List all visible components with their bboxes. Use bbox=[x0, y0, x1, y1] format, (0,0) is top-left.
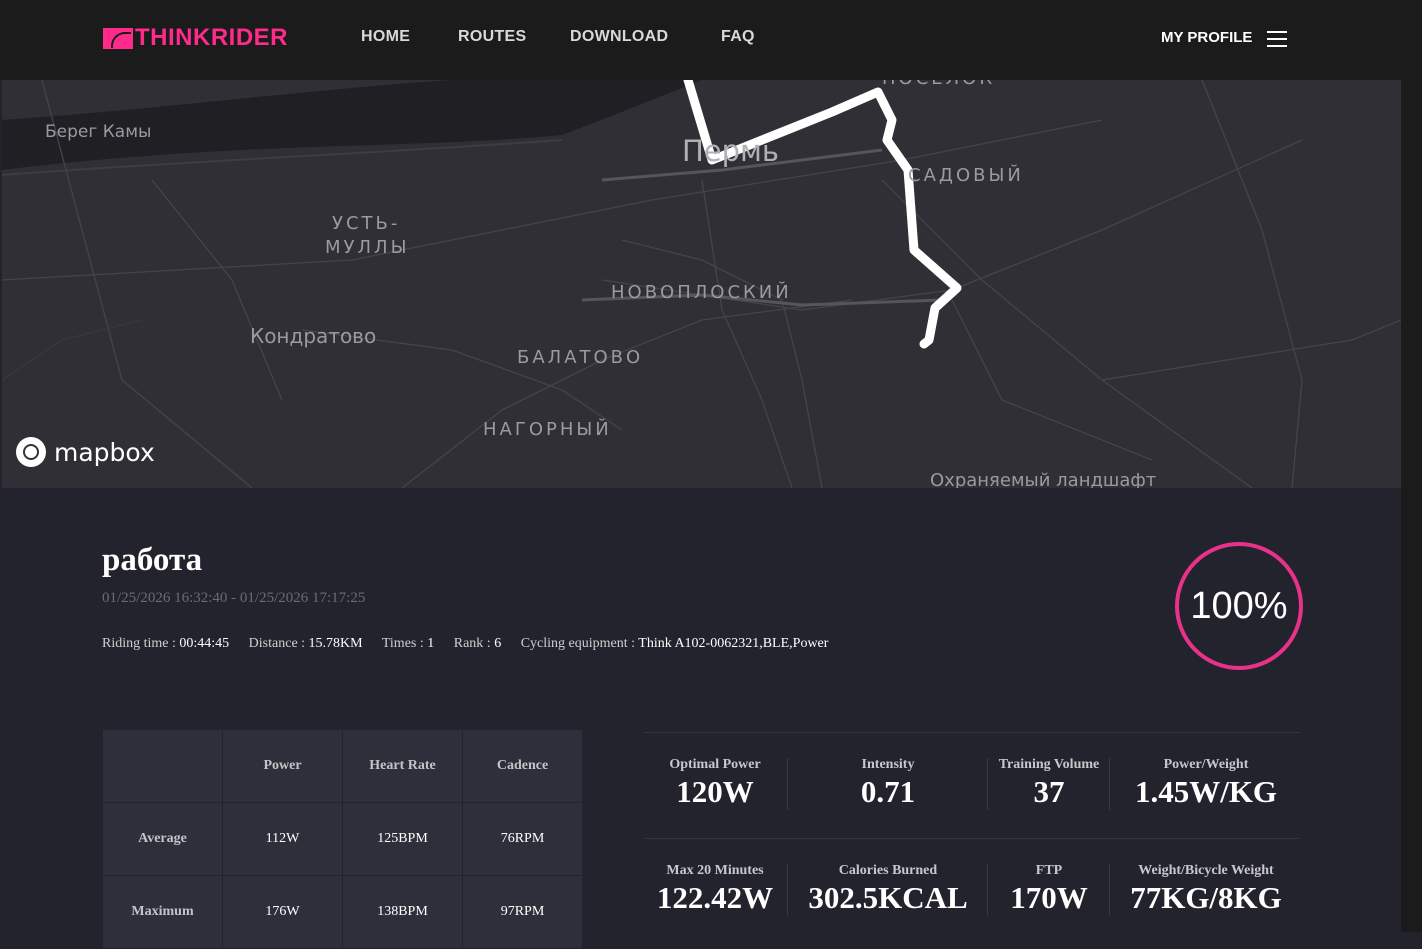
logo-text: THINKRIDER bbox=[135, 24, 288, 51]
stat-value: 0.71 bbox=[860, 774, 916, 809]
table-cell: 112W bbox=[222, 802, 343, 876]
nav-routes[interactable]: ROUTES bbox=[458, 28, 526, 46]
stat-label: Intensity bbox=[861, 757, 915, 772]
mapbox-wordmark: mapbox bbox=[54, 437, 155, 467]
stat-weight-bicycle-weight: Weight/Bicycle Weight 77KG/8KG bbox=[1112, 863, 1300, 916]
times-label: Times : bbox=[381, 636, 428, 651]
table-cell: 176W bbox=[222, 875, 343, 949]
stat-value: 1.45W/KG bbox=[1134, 774, 1278, 809]
mapbox-attribution[interactable]: mapbox bbox=[16, 437, 155, 467]
divider bbox=[787, 864, 788, 916]
map-label: МУЛЛЫ bbox=[325, 237, 410, 258]
route-map[interactable]: Берег Камы УСТЬ- МУЛЛЫ Кондратово Пермь … bbox=[2, 80, 1401, 488]
stat-value: 122.42W bbox=[656, 880, 774, 915]
table-header-cell: Cadence bbox=[462, 729, 583, 803]
table-cell: 125BPM bbox=[342, 802, 463, 876]
divider bbox=[1109, 864, 1110, 916]
my-profile-link[interactable]: MY PROFILE bbox=[1161, 29, 1252, 46]
table-header-row: Power Heart Rate Cadence bbox=[102, 729, 583, 803]
stat-calories-burned: Calories Burned 302.5KCAL bbox=[790, 863, 986, 916]
stat-label: Weight/Bicycle Weight bbox=[1138, 863, 1274, 878]
thinkrider-logo[interactable]: THINKRIDER bbox=[103, 24, 288, 51]
summary-table: Power Heart Rate Cadence Average 112W 12… bbox=[102, 729, 583, 949]
divider bbox=[787, 758, 788, 810]
nav-download[interactable]: DOWNLOAD bbox=[570, 28, 668, 46]
map-label: ПОСЕЛОК bbox=[882, 80, 995, 89]
stat-optimal-power: Optimal Power 120W bbox=[645, 757, 785, 810]
hamburger-menu-icon[interactable] bbox=[1267, 31, 1287, 47]
mapbox-logo-icon bbox=[16, 437, 46, 467]
table-row-label: Maximum bbox=[102, 875, 223, 949]
stat-intensity: Intensity 0.71 bbox=[790, 757, 986, 810]
ride-title: работа bbox=[102, 542, 203, 578]
table-row: Average 112W 125BPM 76RPM bbox=[102, 802, 583, 876]
completion-ring: 100% bbox=[1175, 542, 1303, 670]
table-row: Maximum 176W 138BPM 97RPM bbox=[102, 875, 583, 949]
table-cell: 97RPM bbox=[462, 875, 583, 949]
divider bbox=[1109, 758, 1110, 810]
distance-value: 15.78KM bbox=[308, 636, 363, 651]
stat-value: 120W bbox=[676, 774, 754, 809]
table-row-label: Average bbox=[102, 802, 223, 876]
divider bbox=[987, 758, 988, 810]
times-value: 1 bbox=[427, 636, 435, 651]
top-nav-bar: THINKRIDER HOME ROUTES DOWNLOAD FAQ MY P… bbox=[0, 0, 1422, 80]
riding-time-label: Riding time : bbox=[102, 636, 180, 651]
stat-power-weight: Power/Weight 1.45W/KG bbox=[1112, 757, 1300, 810]
nav-home[interactable]: HOME bbox=[361, 28, 410, 46]
stat-value: 37 bbox=[1033, 774, 1065, 809]
map-label: НАГОРНЫЙ bbox=[483, 419, 612, 440]
table-cell: 138BPM bbox=[342, 875, 463, 949]
ride-date-range: 01/25/2026 16:32:40 - 01/25/2026 17:17:2… bbox=[102, 590, 366, 606]
equipment-value: Think A102-0062321,BLE,Power bbox=[638, 636, 829, 651]
divider bbox=[644, 732, 1300, 733]
map-label: САДОВЫЙ bbox=[908, 165, 1024, 186]
stat-max-20-minutes: Max 20 Minutes 122.42W bbox=[645, 863, 785, 916]
stat-label: Power/Weight bbox=[1163, 757, 1249, 772]
riding-time-value: 00:44:45 bbox=[179, 636, 230, 651]
map-label: НОВОПЛОСКИЙ bbox=[611, 282, 792, 303]
rank-value: 6 bbox=[494, 636, 502, 651]
stat-label: Training Volume bbox=[998, 757, 1100, 772]
page-scrollbar[interactable] bbox=[1401, 80, 1422, 932]
rank-label: Rank : bbox=[453, 636, 495, 651]
stat-training-volume: Training Volume 37 bbox=[990, 757, 1108, 810]
table-cell: 76RPM bbox=[462, 802, 583, 876]
map-label: Пермь bbox=[682, 134, 780, 168]
ride-meta: Riding time : 00:44:45 Distance : 15.78K… bbox=[102, 636, 844, 652]
stat-label: Optimal Power bbox=[669, 757, 761, 772]
stat-label: FTP bbox=[1035, 863, 1063, 878]
stat-label: Calories Burned bbox=[838, 863, 938, 878]
map-label: Охраняемый ландшафт bbox=[930, 470, 1157, 488]
stat-value: 302.5KCAL bbox=[808, 880, 968, 915]
divider bbox=[987, 864, 988, 916]
table-header-cell: Power bbox=[222, 729, 343, 803]
completion-percent: 100% bbox=[1190, 584, 1288, 627]
map-label: Берег Камы bbox=[45, 122, 152, 142]
map-label: БАЛАТОВО bbox=[517, 347, 644, 368]
equipment-label: Cycling equipment : bbox=[520, 636, 639, 651]
stat-value: 170W bbox=[1010, 880, 1088, 915]
table-header-cell bbox=[102, 729, 223, 803]
map-label: УСТЬ- bbox=[332, 213, 401, 234]
nav-faq[interactable]: FAQ bbox=[721, 28, 755, 46]
logo-icon bbox=[103, 27, 133, 49]
stat-ftp: FTP 170W bbox=[990, 863, 1108, 916]
distance-label: Distance : bbox=[248, 636, 309, 651]
table-header-cell: Heart Rate bbox=[342, 729, 463, 803]
stat-label: Max 20 Minutes bbox=[666, 863, 764, 878]
map-label: Кондратово bbox=[250, 324, 377, 348]
stat-value: 77KG/8KG bbox=[1130, 880, 1282, 915]
divider bbox=[644, 838, 1300, 839]
